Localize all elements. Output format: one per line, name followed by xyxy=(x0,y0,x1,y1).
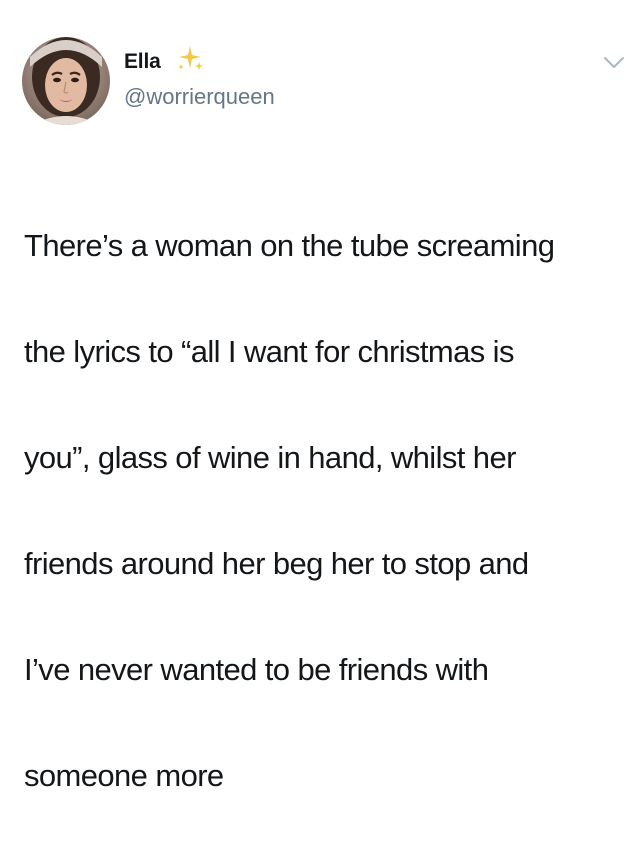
tweet-card: Ella @worrierqueen There’s a woman on th… xyxy=(0,0,644,793)
tweet-text: There’s a woman on the tube screaming th… xyxy=(24,166,624,855)
display-name[interactable]: Ella xyxy=(124,50,161,74)
user-handle[interactable]: @worrierqueen xyxy=(124,84,275,110)
sparkles-icon xyxy=(178,46,203,70)
tweet-text-line: you”, glass of wine in hand, whilst her xyxy=(24,440,516,475)
tweet-text-line: the lyrics to “all I want for christmas … xyxy=(24,334,514,369)
tweet-text-line: There’s a woman on the tube screaming xyxy=(24,228,555,263)
tweet-text-line: friends around her beg her to stop and xyxy=(24,546,529,581)
tweet-text-line: I’ve never wanted to be friends with xyxy=(24,652,489,687)
avatar-image xyxy=(22,37,110,125)
avatar[interactable] xyxy=(22,37,110,125)
tweet-text-line: someone more xyxy=(24,758,224,793)
chevron-down-icon[interactable] xyxy=(603,56,625,70)
